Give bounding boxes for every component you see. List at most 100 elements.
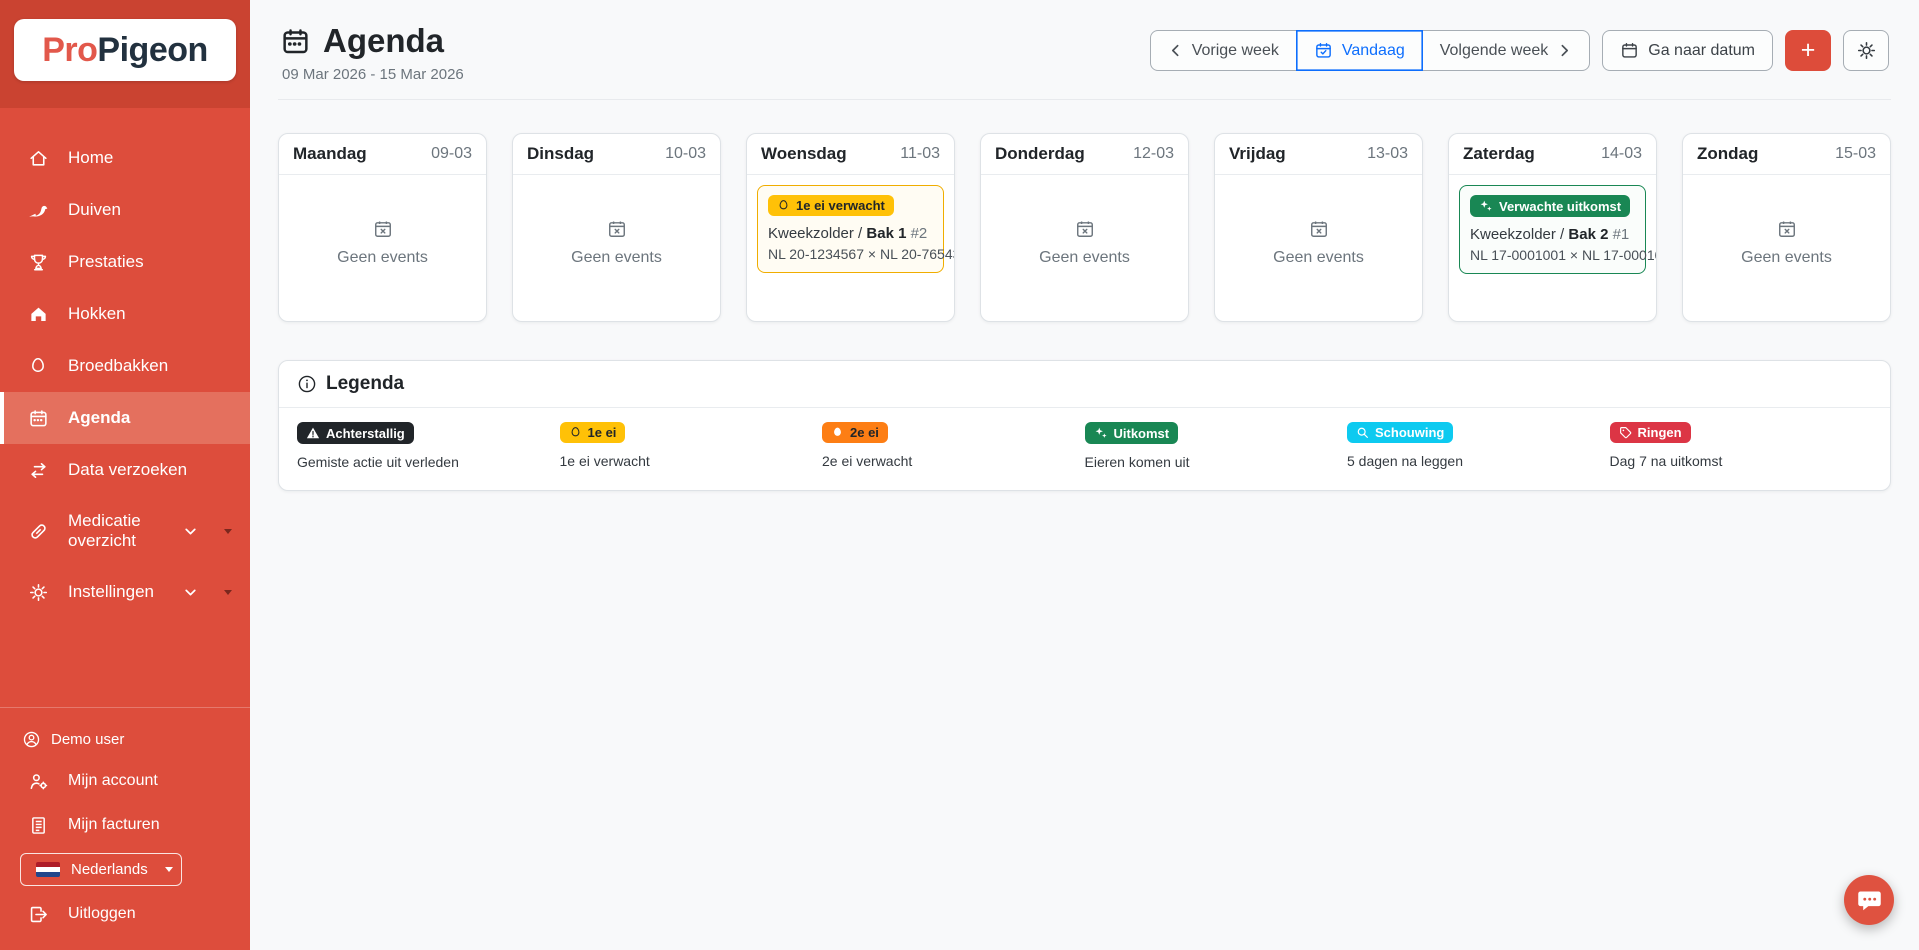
sidebar-item-hokken[interactable]: Hokken xyxy=(0,288,250,340)
sidebar-item-label: Prestaties xyxy=(68,252,144,272)
hatch-icon xyxy=(1479,199,1493,213)
goto-date-button[interactable]: Ga naar datum xyxy=(1602,30,1773,71)
legend-item-uitkomst: Uitkomst Eieren komen uit xyxy=(1085,422,1348,470)
brand-pro: Pro xyxy=(42,31,97,69)
sidebar-item-label: Instellingen xyxy=(68,582,154,602)
chat-icon xyxy=(1856,887,1883,914)
next-week-button[interactable]: Volgende week xyxy=(1422,30,1591,71)
day-name: Zondag xyxy=(1697,144,1758,164)
day-card-donderdag: Donderdag12-03Geen events xyxy=(980,133,1189,322)
empty-state-label: Geen events xyxy=(1039,249,1130,267)
empty-state: Geen events xyxy=(1215,175,1422,321)
event-location-name: Kweekzolder / xyxy=(768,225,866,242)
logout-label: Uitloggen xyxy=(68,905,136,923)
logout-button[interactable]: Uitloggen xyxy=(0,892,250,936)
legend-badge-label: Achterstallig xyxy=(326,427,405,440)
day-card-vrijdag: Vrijdag13-03Geen events xyxy=(1214,133,1423,322)
day-name: Maandag xyxy=(293,144,367,164)
day-card-body: Geen events xyxy=(279,175,486,321)
sidebar-item-agenda[interactable]: Agenda xyxy=(0,392,250,444)
sidebar-item-label: Duiven xyxy=(68,200,121,220)
calendar-x-icon xyxy=(1776,218,1798,240)
today-button[interactable]: Vandaag xyxy=(1296,30,1423,71)
chat-button[interactable] xyxy=(1844,875,1894,925)
week-nav-group: Vorige week Vandaag Volgende week xyxy=(1150,30,1591,71)
nl-flag-icon xyxy=(36,862,60,877)
sidebar-item-mijn-account[interactable]: Mijn account xyxy=(0,759,250,803)
day-card-zondag: Zondag 15-03 Geen events xyxy=(1682,133,1891,322)
event-badge-label: 1e ei verwacht xyxy=(796,199,885,212)
caret-down-icon xyxy=(165,867,173,872)
day-card-body: 1e ei verwachtKweekzolder / Bak 1 #2NL 2… xyxy=(747,175,954,321)
sidebar-item-label: Broedbakken xyxy=(68,356,168,376)
egg-filled-icon xyxy=(831,426,844,439)
sidebar-logo-band: ProPigeon xyxy=(0,0,250,108)
magnifier-icon xyxy=(1356,426,1369,439)
user-label: Demo user xyxy=(51,731,124,748)
day-date: 15-03 xyxy=(1835,145,1876,163)
sidebar-item-broedbakken[interactable]: Broedbakken xyxy=(0,340,250,392)
day-card-body: Geen events xyxy=(1215,175,1422,321)
legend-caption: Dag 7 na uitkomst xyxy=(1610,453,1873,469)
gear-icon xyxy=(1856,40,1877,61)
legend-caption: 2e ei verwacht xyxy=(822,453,1085,469)
language-selector[interactable]: Nederlands xyxy=(20,853,182,886)
brand-logo[interactable]: ProPigeon xyxy=(14,19,236,81)
sidebar-item-label: Data verzoeken xyxy=(68,460,187,480)
day-date: 14-03 xyxy=(1601,145,1642,163)
sidebar-item-label: Mijn account xyxy=(68,772,158,790)
calendar-icon xyxy=(27,407,49,429)
egg-outline-icon xyxy=(777,199,790,212)
empty-state: Geen events xyxy=(1683,175,1890,321)
title-block: Agenda 09 Mar 2026 - 15 Mar 2026 xyxy=(280,22,464,83)
event-card[interactable]: Verwachte uitkomstKweekzolder / Bak 2 #1… xyxy=(1459,185,1646,274)
brand-pigeon: Pigeon xyxy=(97,31,207,69)
sidebar-item-mijn-facturen[interactable]: Mijn facturen xyxy=(0,803,250,847)
app-window: ProPigeon Home Duiven Prestaties Hokken Broe… xyxy=(0,0,1919,950)
event-nest: Bak 2 xyxy=(1568,226,1608,243)
sidebar-item-home[interactable]: Home xyxy=(0,132,250,184)
sidebar-item-data-verzoeken[interactable]: Data verzoeken xyxy=(0,444,250,496)
calendar-icon xyxy=(1620,41,1639,60)
legend-caption: Eieren komen uit xyxy=(1085,454,1348,470)
day-card-zaterdag: Zaterdag14-03Verwachte uitkomstKweekzold… xyxy=(1448,133,1657,322)
prev-week-label: Vorige week xyxy=(1192,42,1279,60)
loft-icon xyxy=(27,303,49,325)
legend-badge: 2e ei xyxy=(822,422,888,443)
sidebar: ProPigeon Home Duiven Prestaties Hokken Broe… xyxy=(0,0,250,950)
sidebar-item-prestaties[interactable]: Prestaties xyxy=(0,236,250,288)
empty-state: Geen events xyxy=(279,175,486,321)
calendar-icon xyxy=(280,26,311,57)
add-event-button[interactable]: + xyxy=(1785,30,1831,71)
legend-item-1e-ei: 1e ei1e ei verwacht xyxy=(560,422,823,470)
prev-week-button[interactable]: Vorige week xyxy=(1150,30,1297,71)
legend-badge: 1e ei xyxy=(560,422,626,443)
brand-logo-text: ProPigeon xyxy=(42,31,208,70)
dropdown-caret-icon xyxy=(224,529,232,534)
sidebar-item-label: Home xyxy=(68,148,113,168)
event-card[interactable]: 1e ei verwachtKweekzolder / Bak 1 #2NL 2… xyxy=(757,185,944,273)
gear-icon xyxy=(27,581,49,603)
egg-icon xyxy=(27,355,49,377)
legend-badge: Ringen xyxy=(1610,422,1691,443)
sidebar-item-label: Medicatie overzicht xyxy=(68,511,164,551)
sidebar-item-medicatie-overzicht[interactable]: Medicatie overzicht xyxy=(0,496,250,566)
day-date: 11-03 xyxy=(900,145,940,163)
data-transfer-icon xyxy=(27,459,49,481)
legend-badge-label: Ringen xyxy=(1638,426,1682,439)
event-pair: NL 17-0001001 × NL 17-0001002 xyxy=(1470,247,1635,263)
sidebar-item-instellingen[interactable]: Instellingen xyxy=(0,566,250,618)
trophy-icon xyxy=(27,251,49,273)
day-card-maandag: Maandag09-03Geen events xyxy=(278,133,487,322)
egg-outline-icon xyxy=(569,426,582,439)
legend-badge: Uitkomst xyxy=(1085,422,1179,444)
event-pair: NL 20-1234567 × NL 20-7654321 xyxy=(768,246,933,262)
day-date: 12-03 xyxy=(1133,145,1174,163)
empty-state-label: Geen events xyxy=(1741,249,1832,267)
agenda-settings-button[interactable] xyxy=(1843,30,1889,71)
info-icon xyxy=(297,374,317,394)
sidebar-item-label: Hokken xyxy=(68,304,126,324)
sidebar-item-duiven[interactable]: Duiven xyxy=(0,184,250,236)
event-ring-number: #1 xyxy=(1608,226,1629,243)
day-card-header: Maandag09-03 xyxy=(279,134,486,175)
